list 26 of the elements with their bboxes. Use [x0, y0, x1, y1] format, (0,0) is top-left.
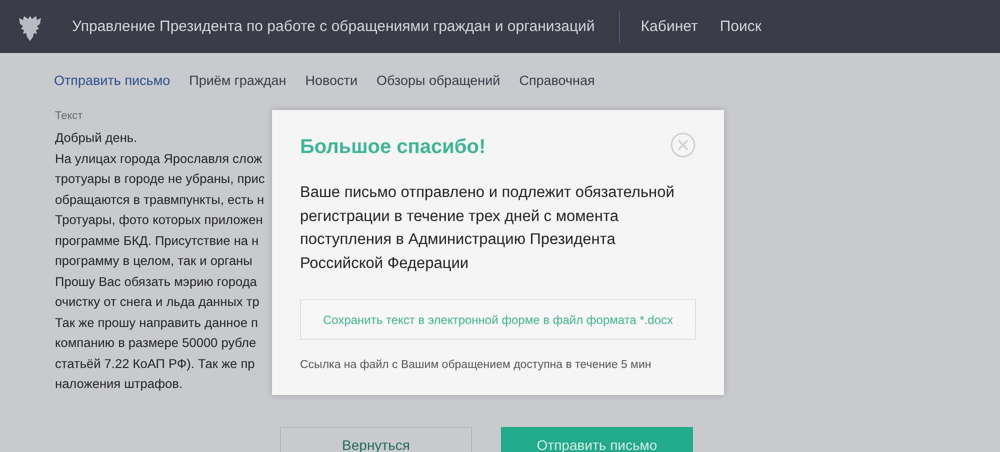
nav-tab[interactable]: Справочная	[519, 73, 595, 109]
nav-tab[interactable]: Приём граждан	[189, 73, 286, 109]
nav-tab[interactable]: Отправить письмо	[54, 73, 170, 109]
dialog-title: Большое спасибо!	[300, 136, 486, 159]
letter-text-line: статьёй 7.22 КоАП РФ). Так же пр	[55, 354, 255, 373]
letter-text-line: компанию в размере 50000 рубле	[55, 334, 256, 352]
letter-text-line: Так же прошу направить данное п	[55, 314, 258, 332]
letter-text-line: Прошу Вас обязать мэрию города	[55, 272, 257, 291]
dialog-message: Ваше письмо отправлено и подлежит обязательной регистрации в течение трех дней с момента поступления в Администрацию Президента Российской Федерации	[300, 183, 676, 274]
nav-tab[interactable]: Обзоры обращений	[376, 73, 500, 109]
letter-text-line: очистку от снега и льда данных тр	[55, 293, 260, 311]
header-title: Управление Президента по работе с обращениями граждан и организаций	[72, 18, 595, 35]
letter-text-line: программу в целом, так и органы	[55, 252, 252, 270]
letter-text-line: На улицах города Ярославля слож	[55, 150, 262, 168]
letter-text-line: обращаются в травмпункты, есть н	[55, 190, 264, 209]
header-link[interactable]: Поиск	[720, 18, 762, 35]
nav-tab[interactable]: Новости	[305, 73, 358, 109]
letter-text-line: наложения штрафов.	[55, 375, 183, 393]
close-icon[interactable]	[670, 132, 696, 158]
letter-text-line: тротуары в городе не убраны, прис	[55, 170, 265, 188]
letter-text-line: Тротуары, фото которых приложен	[55, 211, 263, 229]
field-label: Текст	[55, 109, 84, 124]
dialog-note: Ссылка на файл с Вашим обращением доступна в течение 5 мин	[300, 359, 652, 371]
header-link[interactable]: Кабинет	[640, 18, 698, 35]
letter-text-line: программе БКД. Присутствие на н	[55, 232, 259, 250]
letter-text-line: Добрый день.	[55, 129, 138, 147]
